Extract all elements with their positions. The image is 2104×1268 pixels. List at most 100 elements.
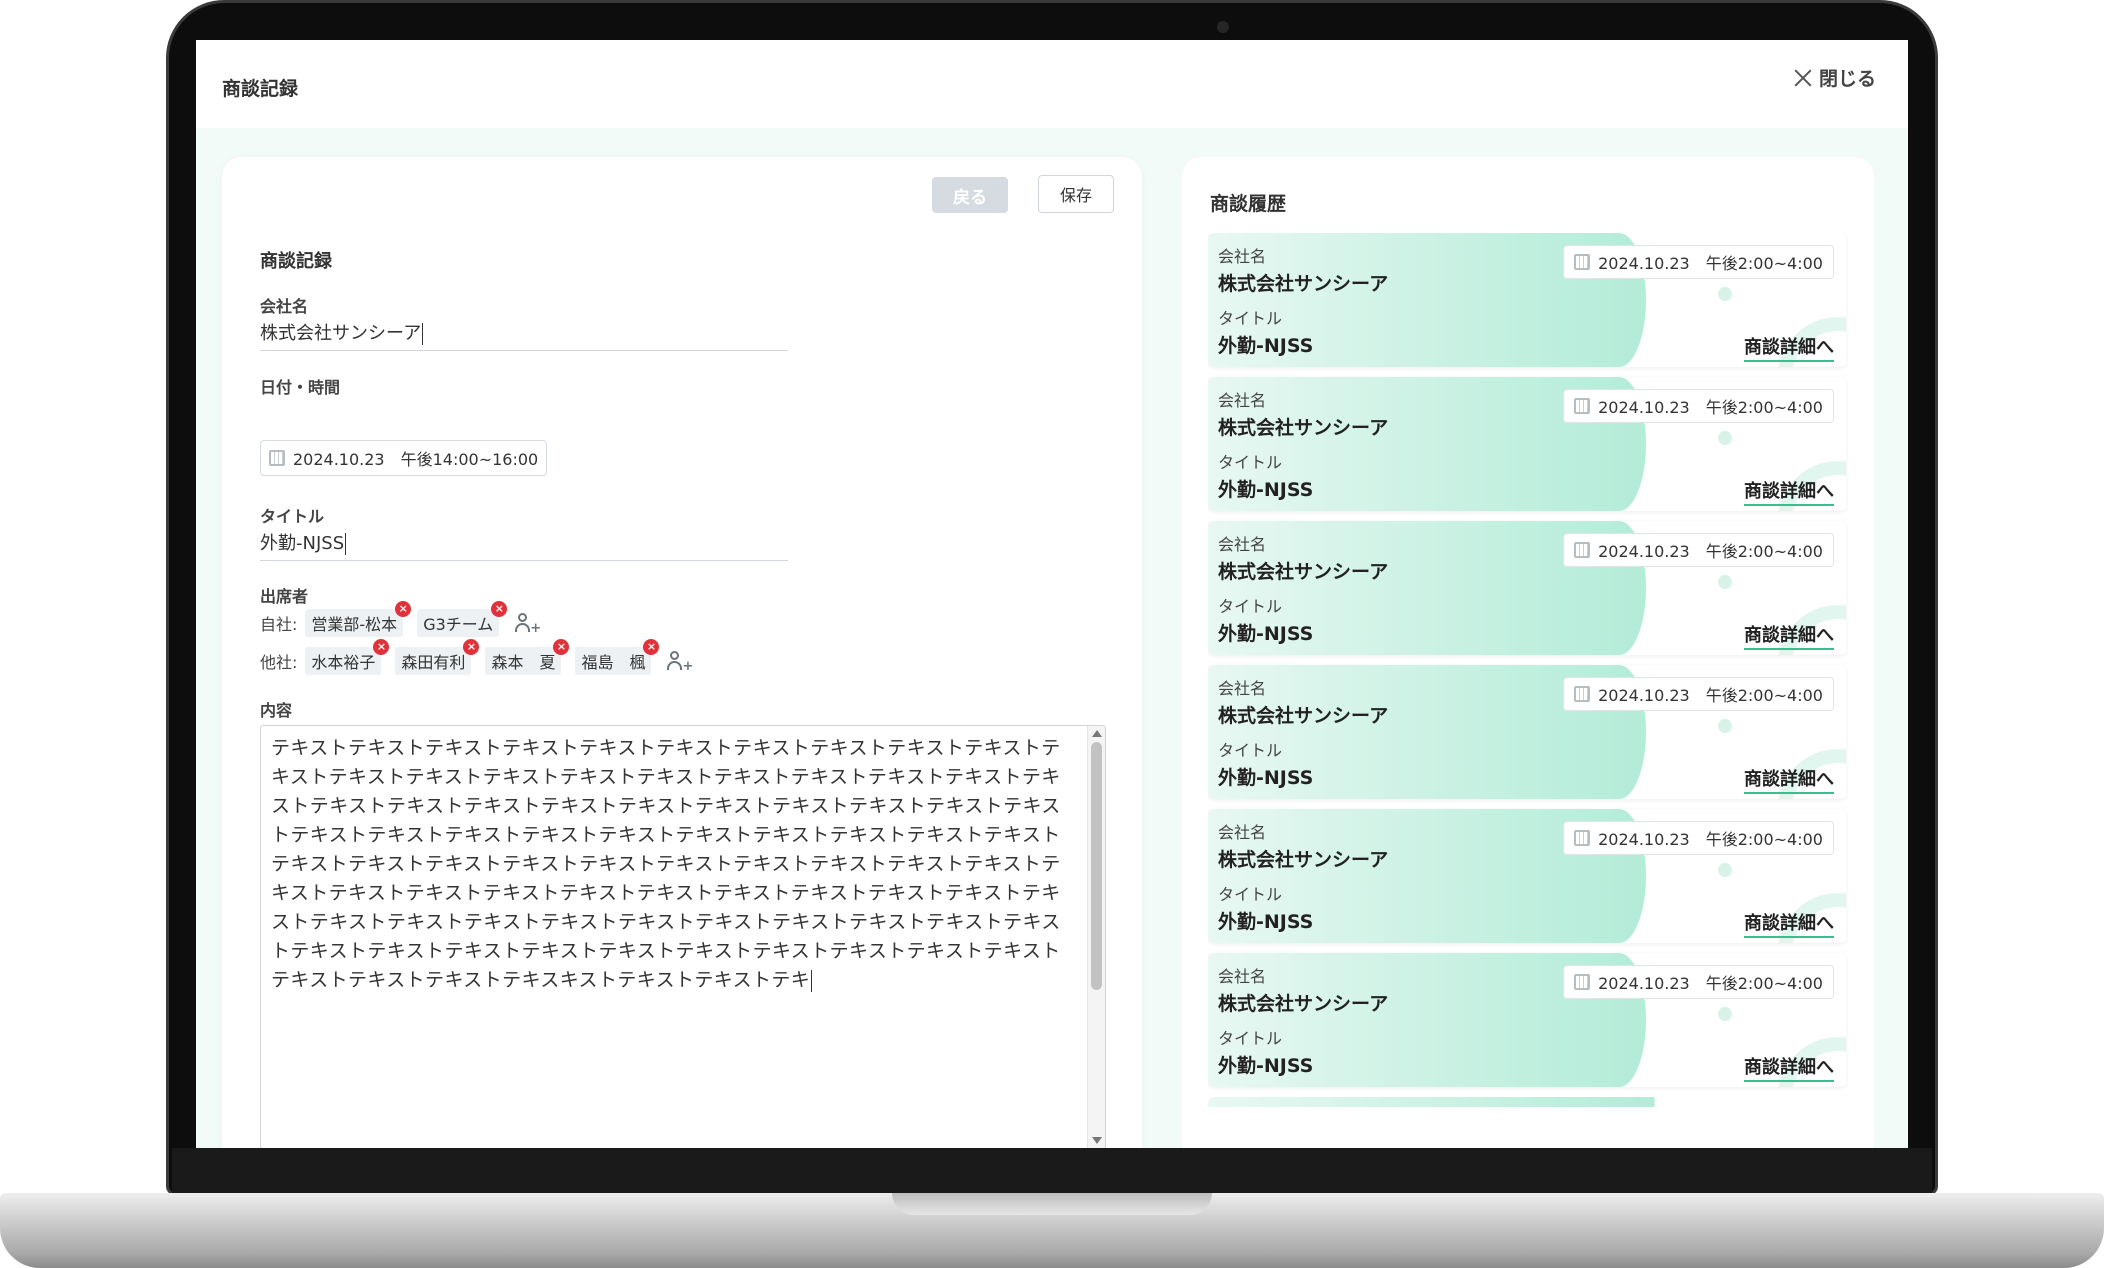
calendar-icon (1574, 974, 1591, 990)
history-date: 2024.10.23 午後2:00~4:00 (1598, 542, 1823, 561)
app-header: 商談記録 閉じる (196, 40, 1908, 128)
detail-link[interactable]: 商談詳細へ (1744, 765, 1834, 794)
attendee-name: G3チーム (423, 615, 494, 634)
remove-icon[interactable]: × (491, 601, 508, 617)
remove-icon[interactable]: × (643, 639, 660, 655)
attendee-chip: 森田有利 × (395, 639, 480, 675)
title-label: タイトル (260, 507, 325, 526)
history-date: 2024.10.23 午後2:00~4:00 (1598, 398, 1823, 417)
page-title: 商談記録 (222, 78, 299, 100)
history-title-value: 外勤-NJSS (1218, 767, 1314, 789)
history-item: 会社名株式会社サンシーア タイトル外勤-NJSS 2024.10.23 午後2:00… (1208, 953, 1846, 1087)
company-label: 会社名 (260, 297, 309, 316)
back-button[interactable]: 戻る (932, 177, 1008, 213)
laptop-notch (892, 1193, 1212, 1215)
detail-link[interactable]: 商談詳細へ (1744, 621, 1834, 650)
other-company-label: 他社: (260, 653, 298, 672)
remove-icon[interactable]: × (395, 601, 412, 617)
decoration (1718, 287, 1732, 301)
text-cursor (345, 533, 347, 555)
add-user-icon[interactable]: + (667, 650, 693, 673)
form-section-title: 商談記録 (260, 251, 332, 272)
save-button[interactable]: 保存 (1038, 175, 1114, 213)
company-field[interactable]: 株式会社サンシーア (260, 317, 788, 351)
title-field[interactable]: 外勤-NJSS (260, 527, 788, 561)
decoration (1718, 719, 1732, 733)
content-value: テキストテキストテキストテキストテキストテキストテキストテキストテキストテキスト… (271, 734, 1079, 995)
datetime-picker[interactable]: 2024.10.23 午後14:00~16:00 (260, 440, 548, 476)
calendar-icon (1574, 830, 1591, 846)
detail-link[interactable]: 商談詳細へ (1744, 909, 1834, 938)
content-textarea[interactable]: テキストテキストテキストテキストテキストテキストテキストテキストテキストテキスト… (260, 725, 1106, 1148)
scroll-up-icon[interactable] (1092, 730, 1102, 737)
history-date-chip: 2024.10.23 午後2:00~4:00 (1563, 965, 1834, 999)
history-title-value: 外勤-NJSS (1218, 1055, 1314, 1077)
attendee-name: 福島 楓 (581, 653, 646, 672)
history-company-label: 会社名 (1218, 679, 1267, 698)
attendee-name: 営業部-松本 (311, 615, 398, 634)
calendar-icon (1574, 686, 1591, 702)
history-company: 株式会社サンシーア (1218, 561, 1389, 583)
history-company-label: 会社名 (1218, 823, 1267, 842)
history-title-value: 外勤-NJSS (1218, 623, 1314, 645)
history-title-value: 外勤-NJSS (1218, 911, 1314, 933)
history-date-chip: 2024.10.23 午後2:00~4:00 (1563, 389, 1834, 423)
history-company-label: 会社名 (1218, 247, 1267, 266)
history-title-label: タイトル (1218, 597, 1283, 616)
history-date-chip: 2024.10.23 午後2:00~4:00 (1563, 245, 1834, 279)
scroll-down-icon[interactable] (1092, 1137, 1102, 1144)
datetime-value: 2024.10.23 午後14:00~16:00 (293, 450, 539, 469)
attendee-chip: 森本 夏 × (485, 639, 570, 675)
attendee-name: 森本 夏 (491, 653, 556, 672)
remove-icon[interactable]: × (373, 639, 390, 655)
scroll-thumb[interactable] (1091, 742, 1102, 990)
attendee-name: 水本裕子 (311, 653, 376, 672)
history-date-chip: 2024.10.23 午後2:00~4:00 (1563, 821, 1834, 855)
history-title-label: タイトル (1218, 741, 1283, 760)
other-attendees-row: 他社: 水本裕子 × 森田有利 × 森本 夏 × 福島 楓 × + (260, 639, 693, 675)
history-company-label: 会社名 (1218, 391, 1267, 410)
history-company: 株式会社サンシーア (1218, 993, 1389, 1015)
history-item: 会社名株式会社サンシーア タイトル外勤-NJSS 2024.10.23 午後2:00… (1208, 809, 1846, 943)
history-title-label: タイトル (1218, 885, 1283, 904)
history-date: 2024.10.23 午後2:00~4:00 (1598, 974, 1823, 993)
history-card: 商談履歴 会社名 株式会社サンシーア タイトル 外勤-NJSS 2024.10.23 午… (1182, 157, 1874, 1148)
history-title-label: タイトル (1218, 309, 1283, 328)
history-company-label: 会社名 (1218, 535, 1267, 554)
attendee-chip: 営業部-松本 × (305, 601, 412, 637)
attendees-label: 出席者 (260, 587, 309, 606)
text-cursor (422, 323, 424, 345)
history-company: 株式会社サンシーア (1218, 705, 1389, 727)
close-button[interactable]: 閉じる (1793, 64, 1876, 91)
attendee-chip: G3チーム × (417, 601, 508, 637)
add-user-icon[interactable]: + (515, 612, 541, 635)
history-company: 株式会社サンシーア (1218, 849, 1389, 871)
text-cursor (811, 969, 813, 992)
remove-icon[interactable]: × (553, 639, 570, 655)
history-title: 商談履歴 (1210, 193, 1287, 215)
history-date: 2024.10.23 午後2:00~4:00 (1598, 830, 1823, 849)
calendar-icon (1574, 398, 1591, 414)
attendee-chip: 福島 楓 × (575, 639, 660, 675)
decoration (1718, 431, 1732, 445)
history-title-label: タイトル (1218, 1029, 1283, 1048)
content-text: テキストテキストテキストテキストテキストテキストテキストテキストテキストテキスト… (271, 737, 1061, 991)
company-value: 株式会社サンシーア (260, 323, 422, 344)
detail-link[interactable]: 商談詳細へ (1744, 333, 1834, 362)
decoration (1718, 863, 1732, 877)
history-date: 2024.10.23 午後2:00~4:00 (1598, 254, 1823, 273)
history-item: 会社名株式会社サンシーア タイトル外勤-NJSS 2024.10.23 午後2:00… (1208, 665, 1846, 799)
close-label: 閉じる (1818, 68, 1876, 90)
laptop-chin (172, 1148, 1932, 1194)
close-icon (1793, 68, 1813, 88)
remove-icon[interactable]: × (463, 639, 480, 655)
detail-link[interactable]: 商談詳細へ (1744, 1053, 1834, 1082)
history-item: 会社名 株式会社サンシーア タイトル 外勤-NJSS 2024.10.23 午後2:00… (1208, 233, 1846, 367)
detail-link[interactable]: 商談詳細へ (1744, 477, 1834, 506)
history-item: 会社名株式会社サンシーア タイトル外勤-NJSS 2024.10.23 午後2:00… (1208, 521, 1846, 655)
history-company-label: 会社名 (1218, 967, 1267, 986)
decoration (1718, 1007, 1732, 1021)
textarea-scrollbar[interactable] (1087, 726, 1105, 1148)
laptop-mockup: 商談記録 閉じる 戻る 保存 商談記録 会社名 株式会社サンシーア 日付・時間 … (0, 0, 2104, 1268)
history-date: 2024.10.23 午後2:00~4:00 (1598, 686, 1823, 705)
